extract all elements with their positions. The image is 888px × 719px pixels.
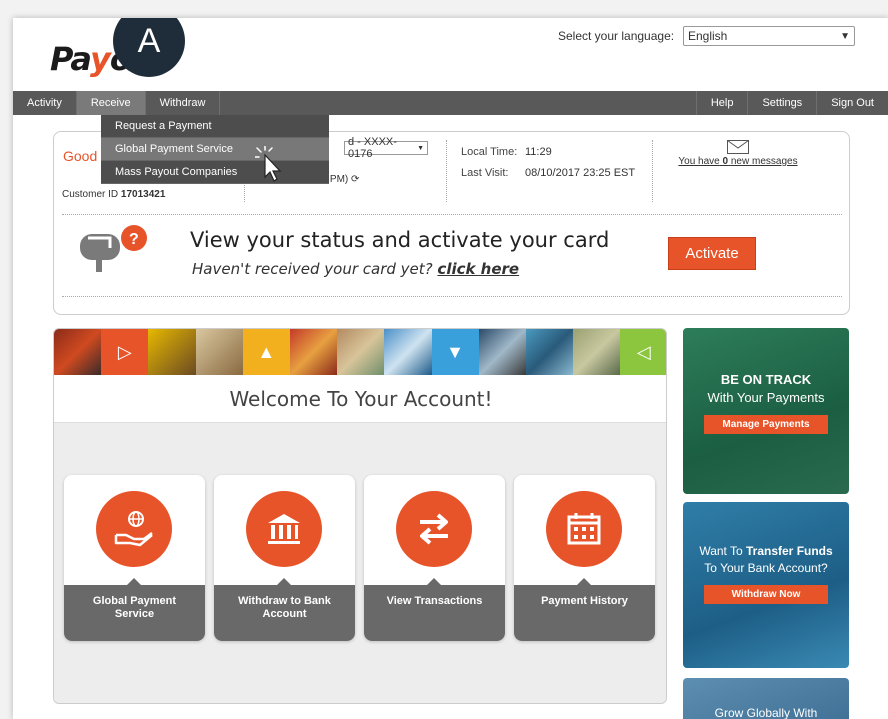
activate-button[interactable]: Activate <box>668 237 756 270</box>
nav-withdraw[interactable]: Withdraw <box>146 91 221 115</box>
app-frame: Payor A Select your language: English ▼ … <box>13 18 888 719</box>
svg-text:?: ? <box>129 231 139 248</box>
ad-grow-globally[interactable]: Grow Globally With <box>683 678 849 719</box>
messages-link[interactable]: You have 0 new messages <box>678 140 798 167</box>
play-back-icon: ◁ <box>620 329 666 375</box>
menu-item-global-payment-service[interactable]: Global Payment Service <box>101 138 329 161</box>
withdraw-now-button[interactable]: Withdraw Now <box>704 585 828 604</box>
language-value: English <box>688 29 728 43</box>
nav-activity[interactable]: Activity <box>13 91 77 115</box>
nav-receive[interactable]: Receive <box>76 91 146 115</box>
tile-payment-history[interactable]: Payment History <box>514 475 655 641</box>
tile-withdraw-to-bank[interactable]: Withdraw to Bank Account <box>214 475 355 641</box>
menu-item-mass-payout-companies[interactable]: Mass Payout Companies <box>101 161 329 184</box>
ad-be-on-track: BE ON TRACK With Your Payments Manage Pa… <box>683 328 849 494</box>
ad-transfer-funds: Want To Transfer Funds To Your Bank Acco… <box>683 502 849 668</box>
click-here-link[interactable]: click here <box>437 260 519 278</box>
card-select[interactable]: d - XXXX-0176 ▼ <box>344 136 428 160</box>
customer-id: Customer ID 17013421 <box>62 189 166 200</box>
menu-item-request-payment[interactable]: Request a Payment <box>101 115 329 138</box>
bank-icon <box>268 514 300 544</box>
welcome-title: Welcome To Your Account! <box>54 375 666 423</box>
chevron-down-icon: ▼ <box>840 30 850 42</box>
transfer-arrows-icon <box>420 513 448 545</box>
envelope-icon <box>727 140 749 154</box>
language-select[interactable]: English ▼ <box>683 26 855 46</box>
manage-payments-button[interactable]: Manage Payments <box>704 415 828 434</box>
triangle-up-icon: ▲ <box>242 329 290 375</box>
last-visit: Last Visit: 08/10/2017 23:25 EST <box>461 167 636 179</box>
main-nav: Activity Receive Withdraw Help Settings … <box>13 91 888 115</box>
photo-banner: ▷ ▲ ▼ ◁ <box>54 329 666 375</box>
mailbox-help-icon: ? <box>80 225 147 272</box>
nav-sign-out[interactable]: Sign Out <box>816 91 888 115</box>
tile-view-transactions[interactable]: View Transactions <box>364 475 505 641</box>
triangle-down-icon: ▼ <box>431 329 479 375</box>
receive-dropdown-menu: Request a Payment Global Payment Service… <box>101 115 329 184</box>
local-time: Local Time: 11:29 <box>461 146 552 158</box>
nav-help[interactable]: Help <box>695 91 748 115</box>
hand-globe-icon <box>114 511 153 547</box>
chevron-down-icon: ▼ <box>417 144 424 152</box>
tile-global-payment-service[interactable]: Global Payment Service <box>64 475 205 641</box>
nav-settings[interactable]: Settings <box>747 91 816 115</box>
language-label: Select your language: <box>558 29 675 43</box>
pointer-cursor-icon <box>255 146 282 182</box>
welcome-panel: ▷ ▲ ▼ ◁ Welcome To Your Account! Global … <box>53 328 667 704</box>
refresh-icon[interactable]: ⟳ <box>351 174 359 185</box>
promo-subtitle: Haven't received your card yet? click he… <box>192 260 520 278</box>
promo-title: View your status and activate your card <box>190 228 610 252</box>
play-icon: ▷ <box>101 329 149 375</box>
calendar-icon <box>567 513 601 545</box>
